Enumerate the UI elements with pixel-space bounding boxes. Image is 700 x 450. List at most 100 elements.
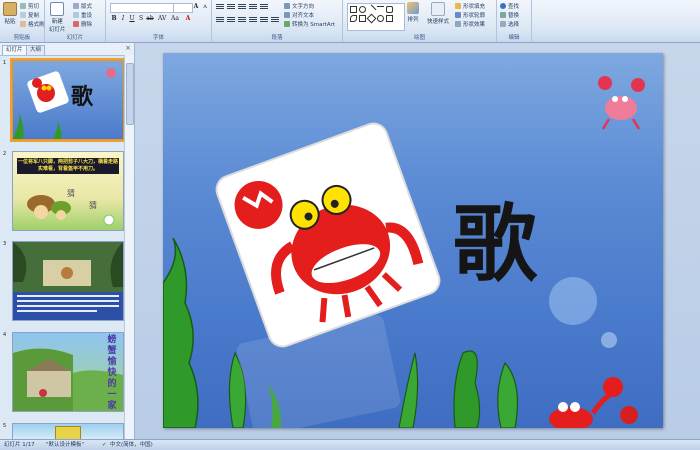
- justify-icon[interactable]: [249, 17, 257, 23]
- bold-button[interactable]: B: [110, 15, 118, 23]
- new-slide-icon: [50, 2, 65, 16]
- font-size-combo[interactable]: [173, 3, 193, 13]
- curve-shape[interactable]: [350, 15, 357, 22]
- pane-tabs: 幻灯片 大纲 ×: [0, 43, 134, 56]
- paragraph-label: 段落: [271, 35, 283, 41]
- shape-fill-button[interactable]: 形状填充: [455, 2, 485, 10]
- paste-icon: [3, 2, 17, 16]
- slide-thumbnail-4[interactable]: 螃蟹愉快的一家: [12, 332, 124, 412]
- clipboard-label: 剪贴板: [13, 35, 31, 41]
- delete-slide-button[interactable]: 删除: [73, 20, 92, 28]
- arrange-button[interactable]: 排列: [407, 2, 419, 23]
- convert-smartart-button[interactable]: 转换为 SmartArt: [284, 20, 335, 28]
- paragraph-group: 文字方向 对齐文本 转换为 SmartArt 段落: [212, 0, 343, 42]
- text-direction-icon: [284, 3, 290, 9]
- replace-button[interactable]: 替换: [500, 11, 519, 19]
- editing-label: 编辑: [508, 35, 520, 41]
- rounded-rect-shape[interactable]: [386, 6, 393, 13]
- paste-button[interactable]: 粘贴: [3, 2, 17, 25]
- shadow-button[interactable]: S: [137, 15, 145, 23]
- status-bar: 幻灯片 1/17 "默认设计模板" ✓ 中文(简体，中国): [0, 439, 700, 450]
- reset-button[interactable]: 重设: [73, 11, 92, 19]
- smartart-icon: [284, 21, 290, 27]
- current-slide[interactable]: 歌: [163, 53, 663, 428]
- thumb1-art: [13, 68, 116, 139]
- rectangle-shape[interactable]: [350, 6, 357, 13]
- align-right-icon[interactable]: [238, 17, 246, 23]
- new-slide-button[interactable]: 新建 幻灯片: [49, 2, 66, 33]
- strikethrough-button[interactable]: ab: [146, 15, 154, 23]
- line-spacing-icon[interactable]: [260, 4, 268, 10]
- reset-icon: [73, 12, 79, 18]
- slide-title[interactable]: 歌: [453, 177, 537, 298]
- shrink-font-button[interactable]: A: [201, 3, 209, 11]
- cut-button[interactable]: 剪切: [20, 2, 39, 10]
- font-name-combo[interactable]: [110, 3, 174, 13]
- shape-effects-button[interactable]: 形状效果: [455, 20, 485, 28]
- list-buttons: [216, 4, 268, 10]
- effects-icon: [455, 21, 461, 27]
- thumb3-art: [13, 242, 123, 320]
- oval-shape[interactable]: [359, 6, 366, 13]
- decrease-indent-icon[interactable]: [238, 4, 246, 10]
- thumb-number: 1: [3, 60, 7, 66]
- search-icon: [500, 3, 506, 9]
- format-painter-button[interactable]: 格式刷: [20, 20, 45, 28]
- shape-outline-button[interactable]: 形状轮廓: [455, 11, 485, 19]
- font-label: 字体: [152, 35, 164, 41]
- thumb2-guess-2: 猜: [89, 201, 97, 210]
- layout-button[interactable]: 版式: [73, 2, 92, 10]
- slide-canvas-area: 歌: [135, 43, 700, 439]
- numbering-icon[interactable]: [227, 4, 235, 10]
- italic-button[interactable]: I: [119, 15, 127, 23]
- drawing-label: 绘图: [413, 35, 425, 41]
- text-direction-button[interactable]: 文字方向: [284, 2, 314, 10]
- find-button[interactable]: 查找: [500, 2, 519, 10]
- thumb5-sign: [55, 426, 81, 440]
- select-button[interactable]: 选择: [500, 20, 519, 28]
- align-center-icon[interactable]: [227, 17, 235, 23]
- arrow-shape[interactable]: [377, 6, 384, 13]
- bullets-icon[interactable]: [216, 4, 224, 10]
- scissors-icon: [20, 3, 26, 9]
- tab-outline[interactable]: 大纲: [26, 45, 46, 55]
- thumb-number: 5: [3, 423, 7, 429]
- delete-icon: [73, 21, 79, 27]
- char-spacing-button[interactable]: AV: [158, 15, 166, 23]
- layout-icon: [73, 3, 79, 9]
- grow-font-button[interactable]: A: [192, 3, 200, 11]
- slides-group: 新建 幻灯片 版式 重设 删除 幻灯片: [45, 0, 106, 42]
- slide-thumbnail-3[interactable]: [12, 241, 124, 321]
- shapes-gallery[interactable]: [347, 3, 405, 31]
- arrange-icon: [407, 2, 419, 14]
- align-buttons: [216, 17, 279, 23]
- scrollbar-thumb[interactable]: [126, 63, 134, 125]
- textbox-shape[interactable]: [359, 15, 366, 22]
- clipboard-group: 粘贴 剪切 复制 格式刷 剪贴板: [0, 0, 45, 42]
- increase-indent-icon[interactable]: [249, 4, 257, 10]
- pane-scrollbar[interactable]: [124, 55, 134, 439]
- slide-thumbnail-2[interactable]: 一位将军八只脚，两把剪子八大刀，横着走路实难看，背着盔甲不用刀。 猜 猜: [12, 151, 124, 231]
- close-pane-icon[interactable]: ×: [125, 44, 131, 52]
- change-case-button[interactable]: Aa: [171, 15, 179, 23]
- circle-shape[interactable]: [377, 15, 384, 22]
- fill-bucket-icon: [455, 3, 461, 9]
- thumb2-guess: 猜: [67, 189, 75, 198]
- slides-pane: 幻灯片 大纲 × 1 歌 2 一位将军八只脚，两把剪子八大刀，横着走路实难看，背…: [0, 43, 135, 441]
- editing-group: 查找 替换 选择 编辑: [497, 0, 532, 42]
- font-color-button[interactable]: A: [184, 15, 192, 23]
- diamond-shape[interactable]: [366, 13, 377, 24]
- copy-button[interactable]: 复制: [20, 11, 39, 19]
- align-text-button[interactable]: 对齐文本: [284, 11, 314, 19]
- slide-thumbnail-1[interactable]: 歌: [10, 58, 126, 142]
- align-text-icon: [284, 12, 290, 18]
- tab-slides[interactable]: 幻灯片: [2, 45, 27, 55]
- drawing-group: 排列 快速样式 形状填充 形状轮廓 形状效果 绘图: [343, 0, 497, 42]
- underline-button[interactable]: U: [128, 15, 136, 23]
- slides-label: 幻灯片: [66, 35, 84, 41]
- align-left-icon[interactable]: [216, 17, 224, 23]
- quick-styles-button[interactable]: 快速样式: [427, 2, 449, 25]
- columns-icon[interactable]: [271, 17, 279, 23]
- distribute-icon[interactable]: [260, 17, 268, 23]
- brace-shape[interactable]: [386, 15, 393, 22]
